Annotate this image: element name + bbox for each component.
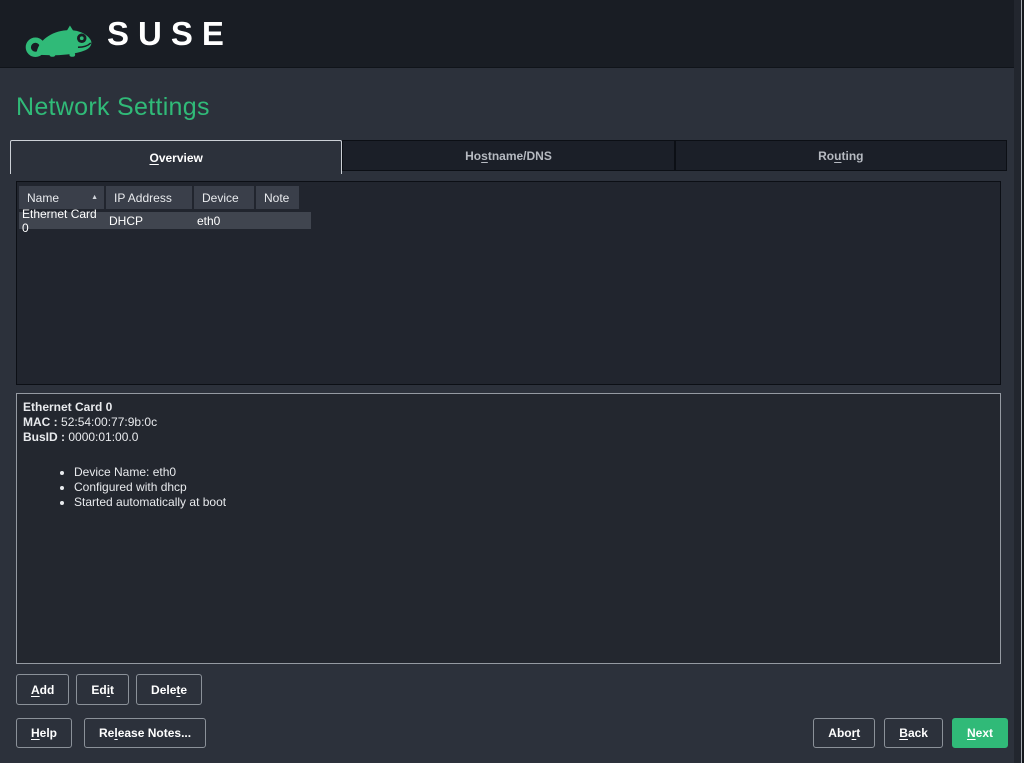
abort-button[interactable]: Abort: [813, 718, 875, 748]
details-mac-field: MAC : 52:54:00:77:9b:0c: [23, 415, 992, 430]
column-header-note[interactable]: Note: [256, 186, 299, 209]
cell-ip-address: DHCP: [106, 214, 194, 228]
cell-device: eth0: [194, 214, 256, 228]
suse-chameleon-logo-icon: [25, 11, 95, 57]
edit-button[interactable]: Edit: [76, 674, 129, 705]
table-actions-row: Add Edit Delete: [16, 674, 202, 705]
tab-bar: Overview Hostname/DNS Routing: [10, 140, 1007, 174]
back-button[interactable]: Back: [884, 718, 943, 748]
wizard-nav-group: Abort Back Next: [813, 718, 1008, 748]
page-title: Network Settings: [16, 93, 210, 122]
help-button[interactable]: Help: [16, 718, 72, 748]
tab-hostname-dns[interactable]: Hostname/DNS: [342, 140, 674, 171]
tab-overview[interactable]: Overview: [10, 140, 342, 174]
suse-wordmark: SUSE: [107, 17, 233, 50]
details-device-title: Ethernet Card 0: [23, 400, 992, 415]
device-details-panel: Ethernet Card 0 MAC : 52:54:00:77:9b:0c …: [16, 393, 1001, 664]
tab-routing[interactable]: Routing: [675, 140, 1007, 171]
release-notes-button[interactable]: Release Notes...: [84, 718, 206, 748]
delete-button[interactable]: Delete: [136, 674, 202, 705]
details-busid-field: BusID : 0000:01:00.0: [23, 430, 992, 445]
right-scrollbar-gutter: [1014, 0, 1024, 763]
column-header-ip-address[interactable]: IP Address: [106, 186, 192, 209]
details-bullet-list: Device Name: eth0 Configured with dhcp S…: [23, 465, 992, 510]
add-button[interactable]: Add: [16, 674, 69, 705]
detail-bullet: Configured with dhcp: [74, 480, 992, 495]
table-row-ethernet-card-0[interactable]: Ethernet Card 0 DHCP eth0: [19, 212, 311, 229]
table-header-row: Name ▲ IP Address Device Note: [19, 186, 1000, 209]
yast-installer-window: SUSE Network Settings Overview Hostname/…: [0, 0, 1024, 763]
top-bar: SUSE: [0, 0, 1014, 68]
devices-table: Name ▲ IP Address Device Note Ethernet C…: [16, 181, 1001, 385]
column-header-device[interactable]: Device: [194, 186, 254, 209]
next-button[interactable]: Next: [952, 718, 1008, 748]
cell-name: Ethernet Card 0: [19, 207, 106, 235]
detail-bullet: Device Name: eth0: [74, 465, 992, 480]
wizard-footer: Help Release Notes... Abort Back Next: [16, 718, 1008, 748]
detail-bullet: Started automatically at boot: [74, 495, 992, 510]
sort-ascending-icon: ▲: [91, 194, 98, 201]
